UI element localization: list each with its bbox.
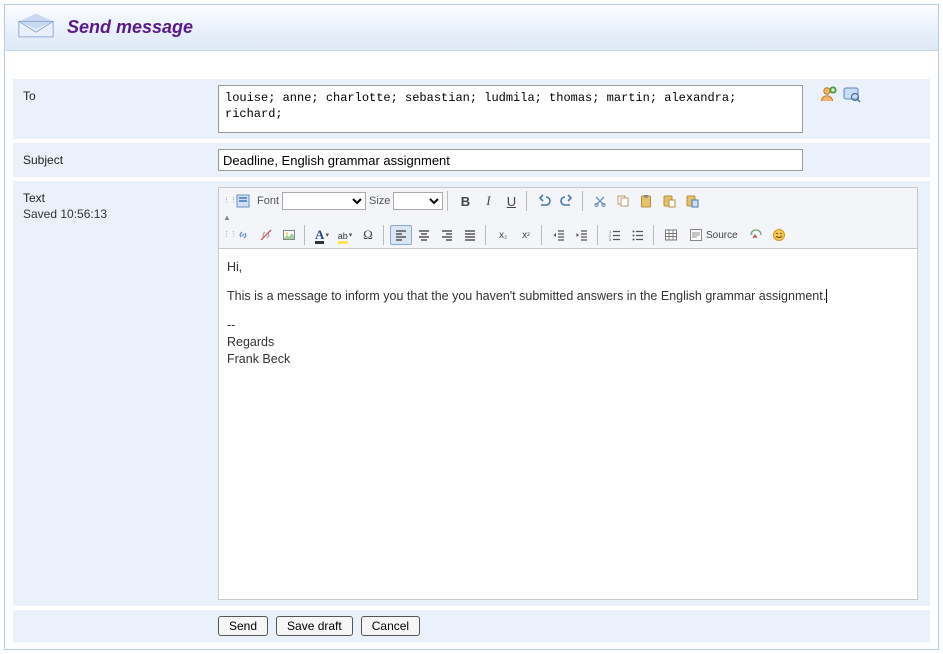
paste-text-button[interactable] (658, 191, 680, 211)
redo-button[interactable] (556, 191, 578, 211)
copy-button[interactable] (612, 191, 634, 211)
undo-button[interactable] (533, 191, 555, 211)
outdent-button[interactable] (548, 225, 570, 245)
editor-toolbar-1: ⋮⋮ Font Size B I U (218, 187, 918, 214)
compose-body: To Subject Text (5, 51, 938, 650)
body-sig-line: Regards (227, 334, 909, 351)
saved-timestamp: Saved 10:56:13 (23, 207, 218, 221)
align-justify-button[interactable] (459, 225, 481, 245)
templates-icon[interactable] (232, 191, 254, 211)
body-paragraph: This is a message to inform you that the… (227, 289, 826, 303)
subject-label: Subject (23, 149, 218, 167)
text-label: Text (23, 191, 218, 205)
row-text: Text Saved 10:56:13 ⋮⋮ Font Size B I U (13, 181, 930, 606)
size-select[interactable] (393, 192, 443, 210)
size-label: Size (367, 195, 392, 207)
add-recipient-icon[interactable] (819, 85, 837, 103)
bg-color-button[interactable]: ab▾ (334, 225, 356, 245)
row-to: To (13, 79, 930, 139)
editor-toolbar-2: ⋮⋮ A▾ ab▾ Ω x₂ x² (218, 222, 918, 248)
align-right-button[interactable] (436, 225, 458, 245)
image-button[interactable] (278, 225, 300, 245)
find-recipient-icon[interactable] (843, 85, 861, 103)
cancel-button[interactable]: Cancel (361, 616, 420, 636)
italic-button[interactable]: I (477, 191, 499, 211)
body-greeting: Hi, (227, 259, 909, 276)
special-char-button[interactable]: Ω (357, 225, 379, 245)
font-select[interactable] (282, 192, 366, 210)
text-color-button[interactable]: A▾ (311, 225, 333, 245)
align-left-button[interactable] (390, 225, 412, 245)
toolbar-collapse-icon[interactable]: ▲ (218, 214, 918, 222)
save-draft-button[interactable]: Save draft (276, 616, 353, 636)
to-label: To (23, 85, 218, 103)
to-input[interactable] (218, 85, 803, 133)
table-button[interactable] (660, 225, 682, 245)
source-button[interactable]: Source (683, 225, 744, 245)
ordered-list-button[interactable]: 123 (604, 225, 626, 245)
indent-button[interactable] (571, 225, 593, 245)
emoji-button[interactable] (768, 225, 790, 245)
bold-button[interactable]: B (454, 191, 476, 211)
message-body-editor[interactable]: Hi, This is a message to inform you that… (218, 248, 918, 600)
unlink-button[interactable] (255, 225, 277, 245)
page-title: Send message (67, 17, 193, 38)
footer: Send Save draft Cancel (13, 610, 930, 642)
header: Send message (5, 5, 938, 51)
paste-button[interactable] (635, 191, 657, 211)
subscript-button[interactable]: x₂ (492, 225, 514, 245)
cut-button[interactable] (589, 191, 611, 211)
compose-panel: Send message To Subject (4, 4, 939, 650)
svg-text:3: 3 (609, 237, 612, 242)
toolbar-grip-icon: ⋮⋮ (223, 198, 229, 204)
toolbar-grip-icon: ⋮⋮ (223, 232, 229, 238)
paste-word-button[interactable] (681, 191, 703, 211)
superscript-button[interactable]: x² (515, 225, 537, 245)
font-label: Font (255, 195, 281, 207)
align-center-button[interactable] (413, 225, 435, 245)
body-sig-line: Frank Beck (227, 351, 909, 368)
link-button[interactable] (232, 225, 254, 245)
envelope-icon (17, 12, 55, 43)
send-button[interactable]: Send (218, 616, 268, 636)
unordered-list-button[interactable] (627, 225, 649, 245)
row-subject: Subject (13, 143, 930, 177)
subject-input[interactable] (218, 149, 803, 171)
body-sig-sep: -- (227, 317, 909, 334)
underline-button[interactable]: U (500, 191, 522, 211)
formula-button[interactable] (745, 225, 767, 245)
